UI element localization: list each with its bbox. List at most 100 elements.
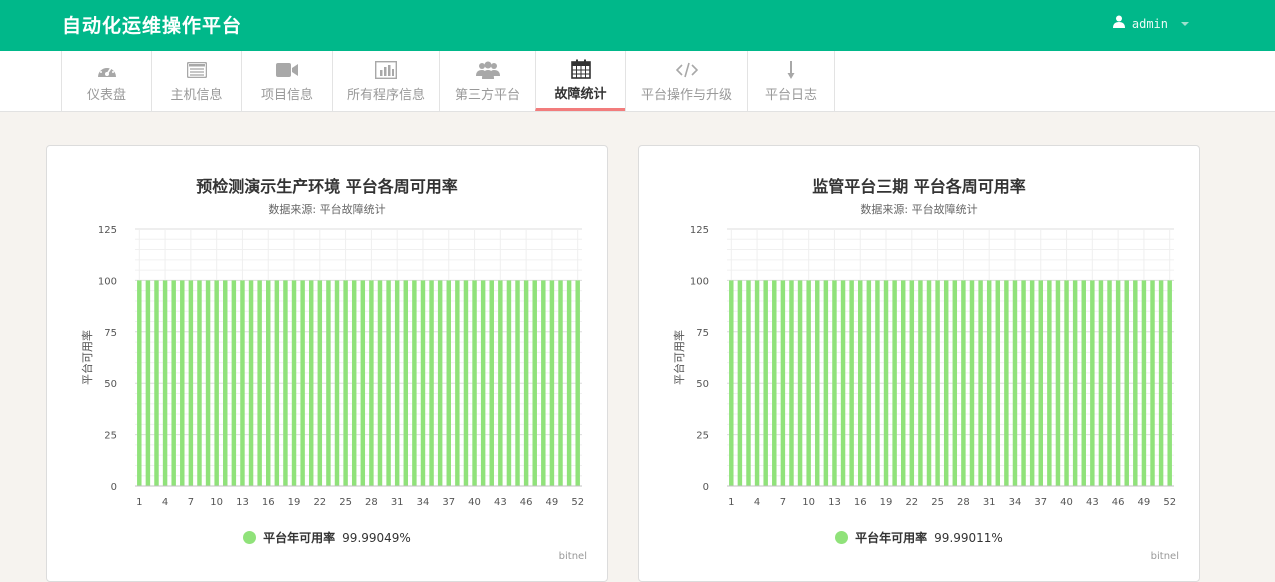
tab-dashboard[interactable]: 仪表盘 [61,51,151,111]
y-tick-label: 25 [104,431,117,442]
bar [1090,280,1095,486]
bar [489,280,494,486]
x-tick-label: 28 [365,497,378,508]
bar [145,280,151,486]
bar [772,280,777,486]
bar [446,280,451,486]
bar [780,280,786,486]
x-tick-label: 1 [136,497,142,508]
bar [300,280,305,486]
bar [883,280,889,486]
tab-fault-stats[interactable]: 故障统计 [535,51,625,111]
chart-credit[interactable]: bitnel [1151,551,1179,562]
bar [815,280,820,486]
bar [1098,280,1104,486]
bar [154,280,159,486]
y-tick-label: 0 [111,482,117,493]
bar [360,280,366,486]
bar [214,280,219,486]
user-name: admin [1131,16,1168,31]
x-tick-label: 10 [802,497,815,508]
bar [1064,280,1069,486]
x-tick-label: 52 [571,497,584,508]
bar [248,280,254,486]
x-tick-label: 25 [339,497,352,508]
bar [369,280,374,486]
bar [1081,280,1086,486]
bar [1055,280,1061,486]
tab-project-info[interactable]: 项目信息 [241,51,332,111]
bar [1021,280,1026,486]
y-tick-label: 50 [104,379,117,390]
tab-third-party[interactable]: 第三方平台 [439,51,535,111]
bar [317,280,323,486]
bar [866,280,872,486]
bar [463,280,469,486]
bar [1158,280,1164,486]
bar [875,280,880,486]
y-tick-label: 100 [690,276,709,287]
bar [1167,280,1172,486]
bar [737,280,743,486]
arrow-down-icon [786,59,796,81]
tab-label: 平台日志 [764,88,817,103]
bar [926,280,932,486]
bar [480,280,486,486]
bar [1141,280,1147,486]
y-tick-label: 75 [696,328,709,339]
bar [918,280,923,486]
bar [823,280,829,486]
y-axis-label: 平台可用率 [80,330,94,385]
bar [137,280,142,486]
bar [900,280,906,486]
bar-chart-icon [375,59,397,81]
chart-credit[interactable]: bitnel [559,551,587,562]
bar [763,280,768,486]
bar [943,280,949,486]
bar [223,280,228,486]
bar [162,280,168,486]
bar [840,280,846,486]
bar [231,280,237,486]
x-tick-label: 13 [236,497,249,508]
tab-all-programs[interactable]: 所有程序信息 [332,51,439,111]
bar [935,280,940,486]
bar [334,280,340,486]
bar [523,280,529,486]
bar [420,280,426,486]
y-tick-label: 125 [690,225,709,236]
bar [858,280,863,486]
tab-platform-ops[interactable]: 平台操作与升级 [625,51,747,111]
bar [892,280,897,486]
bar [789,280,794,486]
y-tick-label: 25 [696,431,709,442]
x-tick-label: 7 [188,497,194,508]
chart-legend[interactable]: 平台年可用率 99.99011% [639,529,1199,546]
tab-platform-log[interactable]: 平台日志 [747,51,835,111]
legend-series-name: 平台年可用率 [263,531,336,545]
bar [197,280,202,486]
x-tick-label: 52 [1163,497,1176,508]
bar [326,280,331,486]
user-menu[interactable]: admin [1112,15,1189,32]
bar [205,280,211,486]
chart-panel: 监管平台三期 平台各周可用率 数据来源: 平台故障统计 0 25 50 75 100 12… [638,145,1200,582]
bar [1124,280,1129,486]
x-tick-label: 13 [828,497,841,508]
chart-legend[interactable]: 平台年可用率 99.99049% [47,529,607,546]
top-header: 自动化运维操作平台 admin [0,0,1275,51]
users-icon [475,59,500,81]
bar [1150,280,1155,486]
legend-series-name: 平台年可用率 [855,531,928,545]
tab-host-info[interactable]: 主机信息 [151,51,241,111]
bar [180,280,185,486]
bar [394,280,400,486]
bar [515,280,520,486]
tab-label: 仪表盘 [86,88,126,103]
x-tick-label: 1 [728,497,734,508]
x-tick-label: 4 [754,497,760,508]
x-tick-label: 37 [442,497,455,508]
bar [995,280,1001,486]
bar [1047,280,1052,486]
bar [969,280,975,486]
